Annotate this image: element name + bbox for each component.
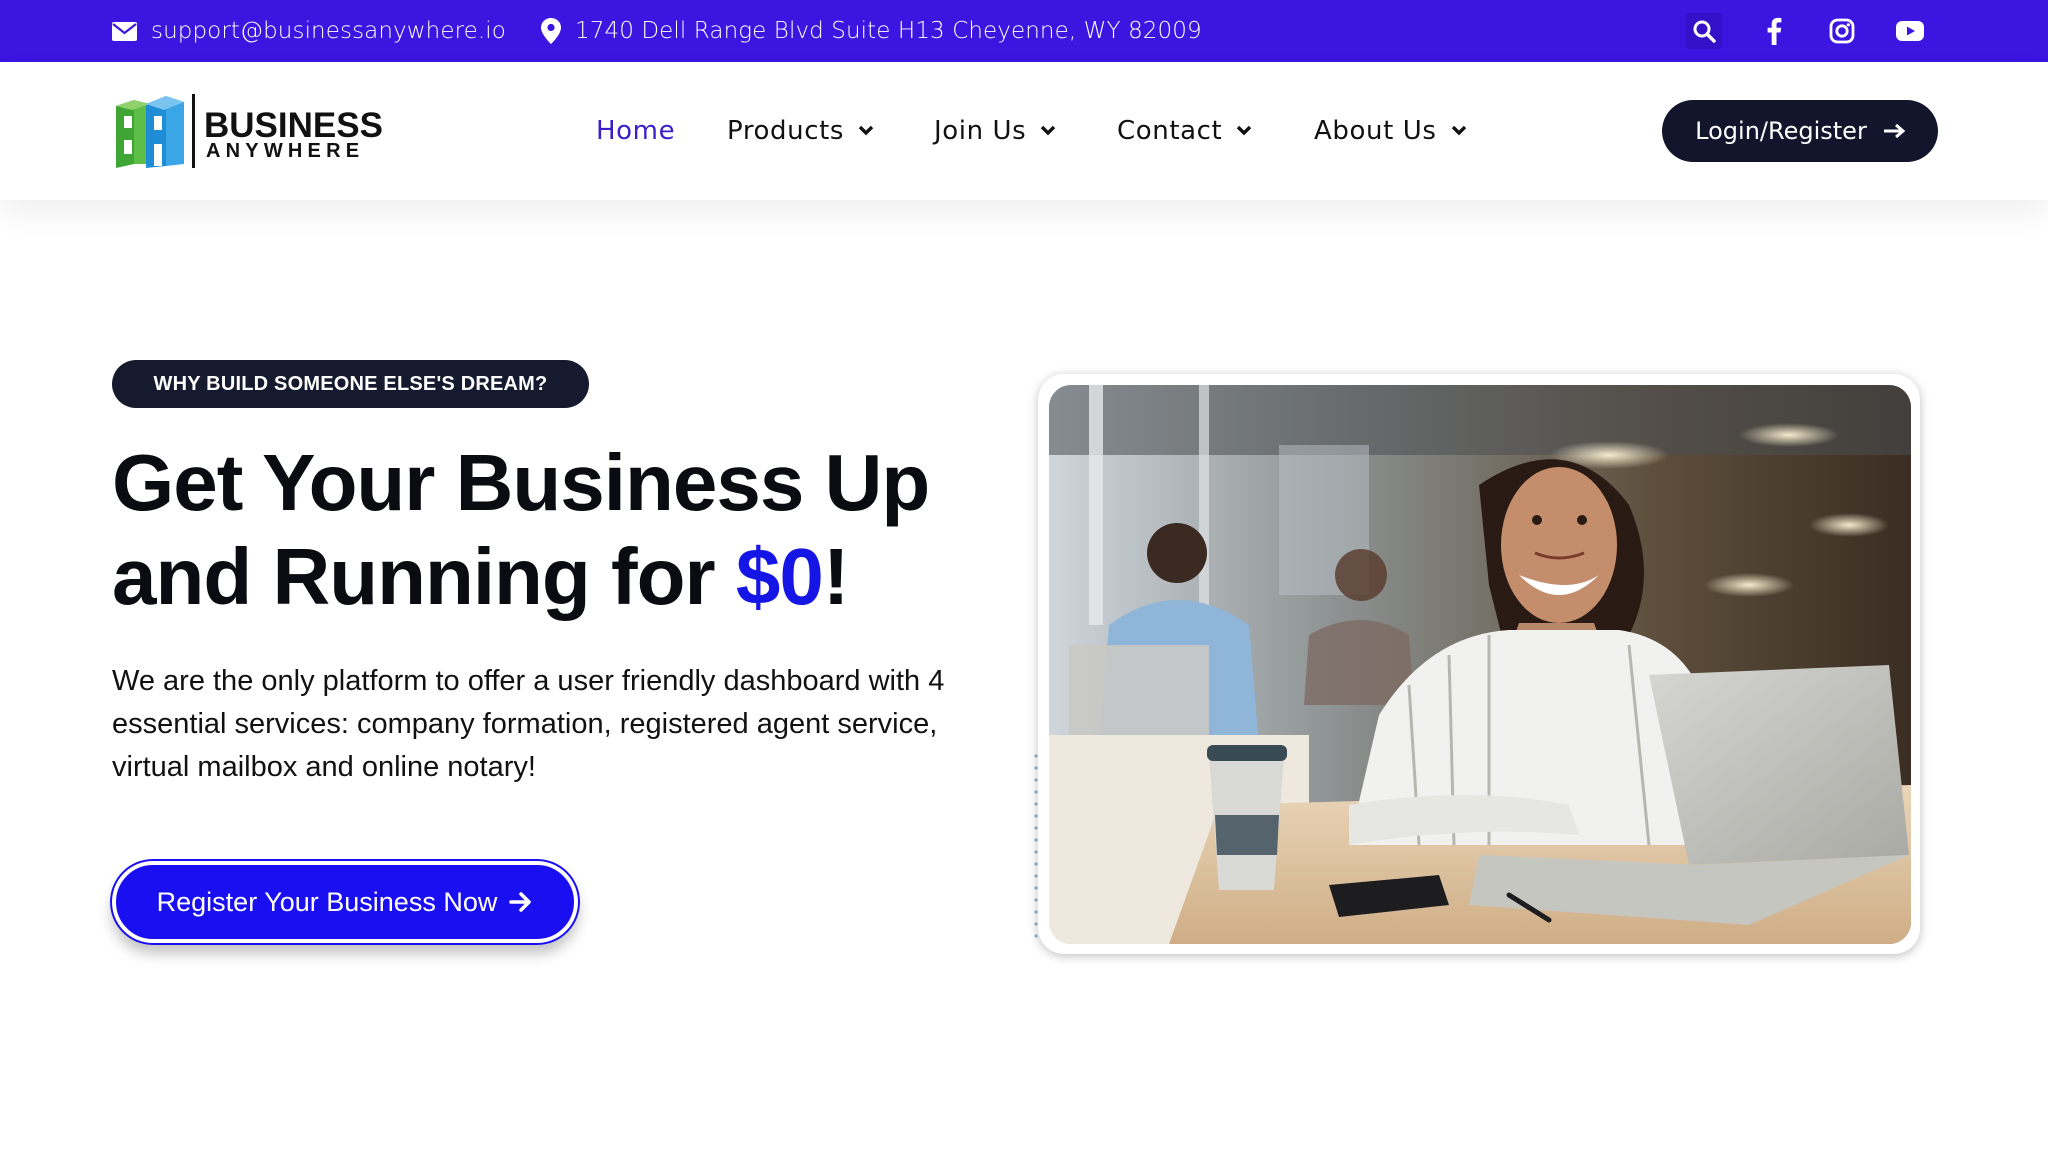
support-email: support@businessanywhere.io — [151, 18, 506, 44]
nav-item-label: Products — [727, 116, 845, 146]
logo-line-anywhere: ANYWHERE — [206, 140, 365, 162]
nav-item-label: Home — [596, 116, 676, 146]
instagram-link[interactable] — [1824, 13, 1860, 49]
top-contact-bar: support@businessanywhere.io 1740 Dell Ra… — [0, 0, 2048, 62]
youtube-icon — [1896, 21, 1924, 41]
youtube-link[interactable] — [1892, 13, 1928, 49]
nav-item-contact[interactable]: Contact — [1117, 62, 1252, 200]
map-pin-icon — [541, 18, 561, 44]
search-icon — [1693, 20, 1716, 43]
support-email-link[interactable]: support@businessanywhere.io — [112, 0, 506, 62]
register-business-label: Register Your Business Now — [156, 886, 498, 917]
headline-price-accent: $0 — [735, 532, 824, 621]
search-button[interactable] — [1686, 13, 1722, 49]
arrow-right-icon — [1883, 123, 1905, 139]
facebook-link[interactable] — [1756, 13, 1792, 49]
nav-item-join-us[interactable]: Join Us — [934, 62, 1056, 200]
nav-item-home[interactable]: Home — [596, 62, 675, 200]
chevron-down-icon — [1451, 125, 1467, 137]
brand-logo[interactable]: BUSINESS ANYWHERE — [112, 92, 383, 172]
nav-item-products[interactable]: Products — [727, 62, 874, 200]
login-register-label: Login/Register — [1695, 117, 1867, 145]
chevron-down-icon — [1040, 125, 1056, 137]
nav-item-label: Join Us — [934, 116, 1027, 146]
nav-item-label: About Us — [1314, 116, 1437, 146]
register-business-button[interactable]: Register Your Business Now — [112, 861, 578, 943]
eyebrow-badge: WHY BUILD SOMEONE ELSE'S DREAM? — [112, 360, 589, 408]
nav-item-label: Contact — [1117, 116, 1223, 146]
eyebrow-text: WHY BUILD SOMEONE ELSE'S DREAM? — [153, 372, 548, 395]
business-anywhere-logo-mark-icon — [116, 96, 184, 168]
envelope-icon — [112, 21, 137, 41]
nav-item-about-us[interactable]: About Us — [1314, 62, 1467, 200]
logo-divider — [192, 94, 195, 168]
hero-photo-woman-with-laptop — [1049, 385, 1911, 944]
facebook-icon — [1767, 17, 1782, 45]
headline-line-1: Get Your Business Up — [112, 438, 930, 527]
login-register-button[interactable]: Login/Register — [1662, 100, 1938, 162]
address-info: 1740 Dell Range Blvd Suite H13 Cheyenne,… — [541, 0, 1202, 62]
chevron-down-icon — [1236, 125, 1252, 137]
address-text: 1740 Dell Range Blvd Suite H13 Cheyenne,… — [575, 18, 1202, 44]
hero-description: We are the only platform to offer a user… — [112, 665, 945, 783]
headline-suffix: ! — [822, 532, 850, 621]
arrow-right-icon — [509, 892, 532, 912]
headline-line-2: and Running for — [112, 532, 736, 621]
hero-headline: Get Your Business Up and Running for $0! — [112, 436, 972, 624]
instagram-icon — [1829, 18, 1855, 44]
chevron-down-icon — [858, 125, 874, 137]
